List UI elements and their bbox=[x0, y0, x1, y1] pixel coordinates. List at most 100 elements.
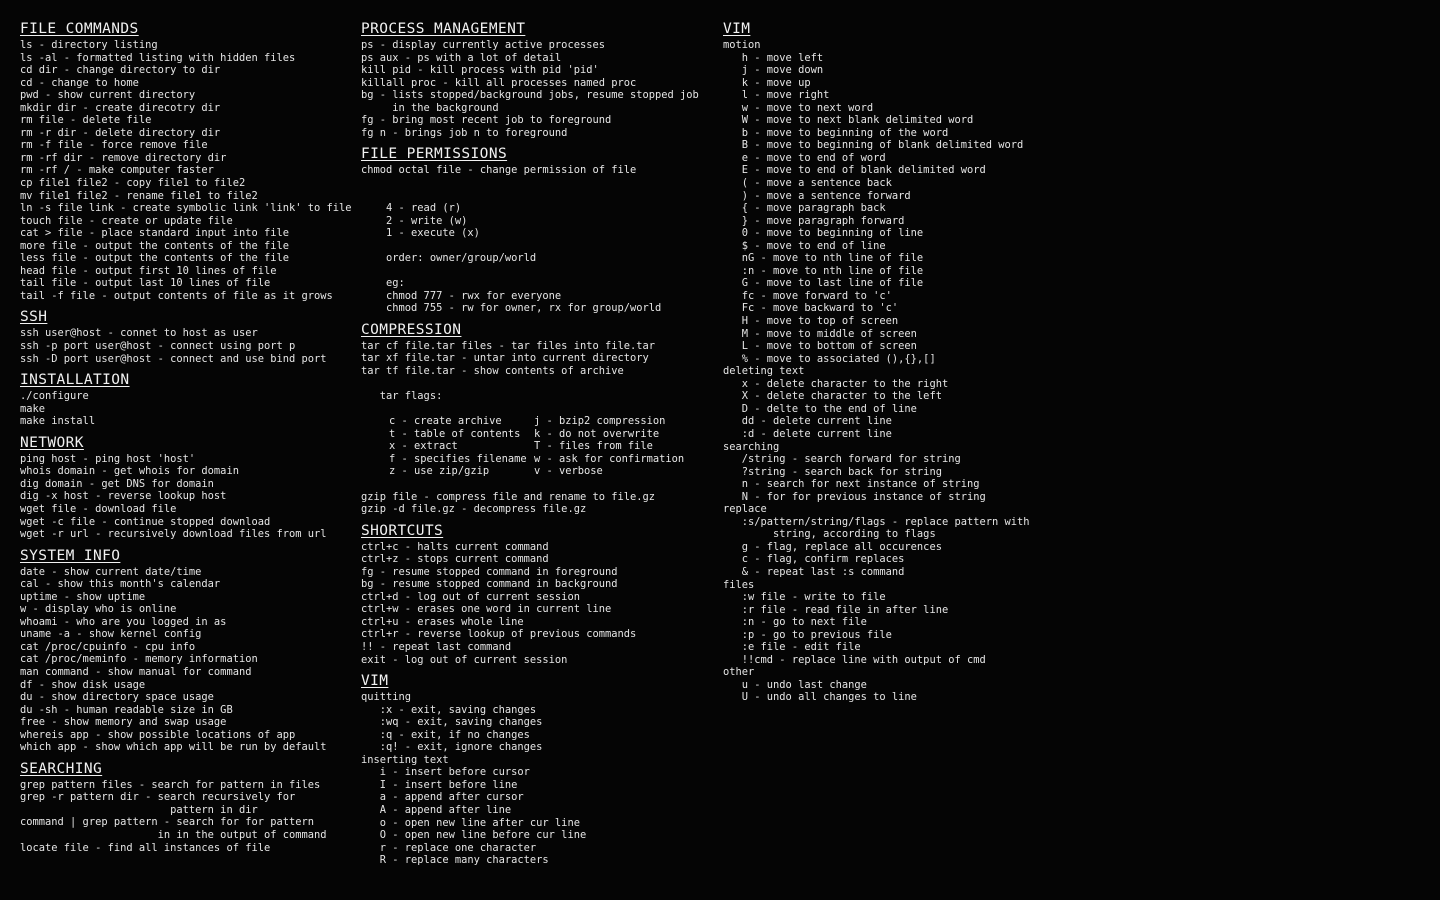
command-line: uname -a - show kernel config bbox=[20, 628, 202, 641]
command-line: replace bbox=[723, 503, 767, 516]
command-line: wget -c file - continue stopped download bbox=[20, 515, 271, 528]
command-line: cat /proc/meminfo - memory information bbox=[20, 653, 258, 666]
section-vim: VIM quitting :x - exit, saving changes :w… bbox=[361, 672, 721, 867]
command-line: :p - go to previous file bbox=[723, 628, 892, 641]
command-line: :x - exit, saving changes bbox=[361, 703, 537, 716]
command-line: date - show current date/time bbox=[20, 565, 202, 578]
command-line: exit - log out of current session bbox=[361, 653, 568, 666]
command-line: E - move to end of blank delimited word bbox=[723, 164, 986, 177]
section-vim: VIM motion h - move left j - move down k … bbox=[723, 20, 1053, 704]
command-line: i - insert before cursor bbox=[361, 766, 530, 779]
command-line: in the background bbox=[361, 101, 499, 114]
command-line: chmod 777 - rwx for everyone bbox=[361, 289, 562, 302]
command-line: du -sh - human readable size in GB bbox=[20, 703, 233, 716]
tar-flag-right: j - bzip2 compression bbox=[534, 415, 666, 428]
command-line: cd - change to home bbox=[20, 76, 139, 89]
command-line: n - search for next instance of string bbox=[723, 478, 980, 491]
command-line: whois domain - get whois for domain bbox=[20, 465, 239, 478]
command-line: h - move left bbox=[723, 51, 824, 64]
section-file-commands: FILE COMMANDS ls - directory listing ls -a… bbox=[20, 20, 360, 302]
command-line: files bbox=[723, 578, 755, 591]
section-heading: COMPRESSION bbox=[361, 321, 462, 338]
command-line: ping host - ping host 'host' bbox=[20, 452, 196, 465]
section-heading: VIM bbox=[723, 21, 751, 37]
command-line: kill pid - kill process with pid 'pid' bbox=[361, 64, 599, 77]
command-line: X - delete character to the left bbox=[723, 390, 942, 403]
tar-flag-right: v - verbose bbox=[534, 465, 603, 478]
command-line: ) - move a sentence forward bbox=[723, 189, 911, 202]
section-heading: INSTALLATION bbox=[20, 372, 130, 389]
command-line: less file - output the contents of the f… bbox=[20, 252, 289, 265]
command-line: R - replace many characters bbox=[361, 854, 549, 867]
command-line: man command - show manual for command bbox=[20, 665, 252, 678]
section-heading: FILE COMMANDS bbox=[20, 21, 139, 37]
command-line: ?string - search back for string bbox=[723, 465, 942, 478]
command-line: j - move down bbox=[723, 64, 824, 77]
command-line: tail -f file - output contents of file a… bbox=[20, 289, 333, 302]
command-line: D - delte to the end of line bbox=[723, 402, 917, 415]
command-line: x - delete character to the right bbox=[723, 377, 949, 390]
tar-flag-row: t - table of contents k - do not overwrit… bbox=[361, 428, 721, 441]
command-line: fg n - brings job n to foreground bbox=[361, 126, 568, 139]
command-line: make install bbox=[20, 415, 96, 428]
section-heading: PROCESS MANAGEMENT bbox=[361, 21, 526, 37]
command-line: make bbox=[20, 402, 46, 415]
command-line: ctrl+r - reverse lookup of previous comm… bbox=[361, 628, 637, 641]
section-heading: SHORTCUTS bbox=[361, 522, 444, 539]
column-vim-reference: VIM motion h - move left j - move down k … bbox=[723, 20, 1053, 706]
command-line: in in the output of command bbox=[20, 828, 327, 841]
section-heading: NETWORK bbox=[20, 434, 84, 451]
command-line: gzip file - compress file and rename to … bbox=[361, 490, 656, 503]
command-line: order: owner/group/world bbox=[361, 252, 537, 265]
command-line: cat > file - place standard input into f… bbox=[20, 227, 289, 240]
command-line: W - move to next blank delimited word bbox=[723, 114, 974, 127]
section-heading: SSH bbox=[20, 309, 48, 326]
tar-flag-right: w - ask for confirmation bbox=[534, 452, 685, 465]
tar-flag-row: x - extract T - files from file bbox=[361, 440, 721, 453]
command-line: 2 - write (w) bbox=[361, 214, 468, 227]
command-line: L - move to bottom of screen bbox=[723, 340, 917, 353]
command-line: chmod 755 - rw for owner, rx for group/w… bbox=[361, 302, 662, 315]
command-line: more file - output the contents of the f… bbox=[20, 239, 289, 252]
command-line: whereis app - show possible locations of… bbox=[20, 728, 296, 741]
command-line: motion bbox=[723, 39, 761, 51]
command-line: :q - exit, if no changes bbox=[361, 728, 530, 741]
command-line: ps aux - ps with a lot of detail bbox=[361, 51, 562, 64]
command-line: quitting bbox=[361, 691, 412, 704]
command-line: ssh -D port user@host - connect and use … bbox=[20, 352, 327, 365]
command-line: !!cmd - replace line with output of cmd bbox=[723, 653, 986, 666]
command-line: g - flag, replace all occurences bbox=[723, 540, 942, 553]
command-line: string, according to flags bbox=[723, 528, 936, 541]
command-line: } - move paragraph forward bbox=[723, 214, 905, 227]
command-line: other bbox=[723, 666, 755, 679]
command-line: /string - search forward for string bbox=[723, 453, 961, 466]
command-line: 1 - execute (x) bbox=[361, 227, 480, 240]
command-line: I - insert before line bbox=[361, 778, 518, 791]
tar-flag-left: z - use zip/gzip bbox=[389, 465, 490, 478]
command-line: dig -x host - reverse lookup host bbox=[20, 490, 227, 503]
command-line: ssh -p port user@host - connect using po… bbox=[20, 340, 296, 353]
command-line: du - show directory space usage bbox=[20, 691, 214, 704]
command-line: Fc - move backward to 'c' bbox=[723, 302, 899, 315]
command-line: deleting text bbox=[723, 365, 805, 378]
command-line: B - move to beginning of blank delimited… bbox=[723, 139, 1024, 152]
command-line: cp file1 file2 - copy file1 to file2 bbox=[20, 177, 246, 190]
tar-flag-right: T - files from file bbox=[534, 440, 653, 453]
command-line: w - move to next word bbox=[723, 101, 874, 114]
command-line: ls - directory listing bbox=[20, 39, 158, 51]
command-line: searching bbox=[723, 440, 780, 453]
command-line: l - move right bbox=[723, 89, 830, 102]
command-line: command | grep pattern - search for for … bbox=[20, 816, 315, 829]
command-line: :e file - edit file bbox=[723, 641, 861, 654]
section-process-management: PROCESS MANAGEMENT ps - display currently… bbox=[361, 20, 721, 139]
section-heading: VIM bbox=[361, 673, 389, 690]
command-line: ctrl+d - log out of current session bbox=[361, 590, 580, 603]
command-line: ctrl+u - erases whole line bbox=[361, 615, 524, 628]
command-line: ssh user@host - connet to host as user bbox=[20, 327, 258, 340]
command-line: grep -r pattern dir - search recursively… bbox=[20, 791, 296, 804]
column-file-commands: FILE COMMANDS ls - directory listing ls -a… bbox=[20, 20, 360, 856]
command-line: killall proc - kill all processes named … bbox=[361, 76, 637, 89]
tar-flag-row: z - use zip/gzip v - verbose bbox=[361, 465, 721, 478]
